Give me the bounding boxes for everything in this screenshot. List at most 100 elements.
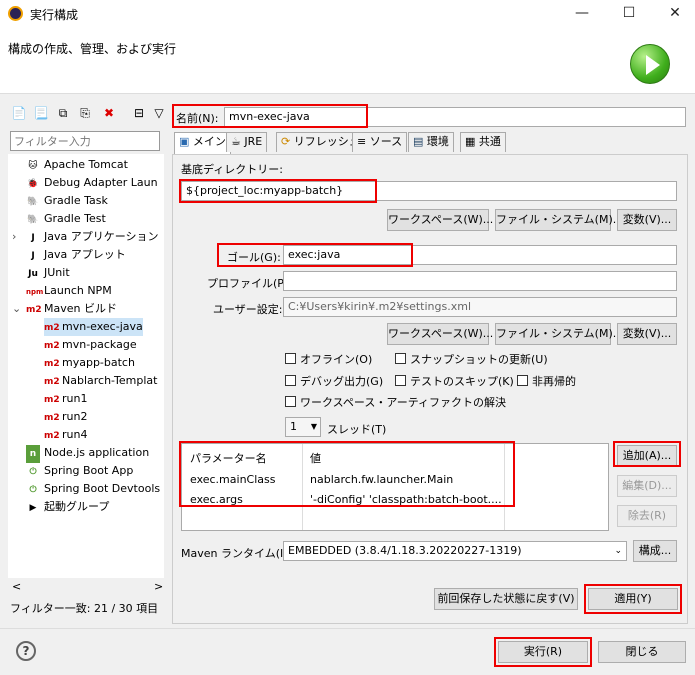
basedir-variables-button[interactable]: 変数(V)...	[617, 209, 677, 231]
scroll-right-icon[interactable]: >	[154, 580, 163, 593]
tab-source[interactable]: ≡ ソース	[352, 132, 408, 152]
minimize-button[interactable]: —	[562, 0, 602, 28]
title-bar: 実行構成 — ☐ ✕	[0, 0, 695, 28]
param-name-header[interactable]: パラメーター名	[190, 450, 267, 466]
main-tab-icon: ▣	[179, 135, 193, 148]
settings-variables-button[interactable]: 変数(V)...	[617, 323, 677, 345]
maximize-button[interactable]: ☐	[609, 0, 649, 28]
gradle-icon: 🐘	[27, 197, 39, 207]
close-window-button[interactable]: ✕	[655, 0, 695, 28]
new-config-icon[interactable]: 📄	[10, 104, 28, 122]
update-snapshots-checkbox[interactable]: スナップショットの更新(U)	[395, 353, 548, 367]
offline-checkbox[interactable]: オフライン(O)	[285, 353, 372, 367]
tree-item[interactable]: n Node.js application	[26, 444, 149, 463]
configure-runtime-button[interactable]: 構成...	[633, 540, 677, 562]
edit-param-button[interactable]: 編集(D)...	[617, 475, 677, 497]
spring-icon: ⏻	[29, 485, 37, 495]
tree-item[interactable]: ⏻ Spring Boot Devtools	[26, 480, 160, 498]
revert-button[interactable]: 前回保存した状態に戻す(V)	[434, 588, 578, 610]
non-recursive-checkbox[interactable]: 非再帰的	[517, 375, 576, 389]
tab-jre[interactable]: ☕ JRE	[226, 132, 268, 152]
tree-item[interactable]: ⌄ m2 Maven ビルド	[12, 300, 117, 318]
tab-environment[interactable]: ▤ 環境	[408, 132, 454, 152]
tree-item-label: Gradle Task	[44, 194, 108, 207]
filter-input[interactable]	[10, 131, 160, 151]
table-row[interactable]: exec.mainClass nablarch.fw.launcher.Main	[182, 470, 608, 490]
delete-config-icon[interactable]: ✖	[100, 104, 118, 122]
gradle-icon: 🐘	[27, 215, 39, 225]
tree-item-label: Spring Boot App	[44, 464, 134, 477]
maven-icon: m2	[44, 323, 60, 333]
java-applet-icon: J	[31, 251, 35, 261]
scroll-left-icon[interactable]: <	[12, 580, 21, 593]
tree-item-label: Java アプレット	[44, 248, 126, 261]
debug-output-checkbox[interactable]: デバッグ出力(G)	[285, 375, 383, 389]
checkbox-box	[285, 353, 296, 364]
basedir-filesystem-button[interactable]: ファイル・システム(M)...	[495, 209, 623, 231]
collapse-all-icon[interactable]: ⊟	[130, 104, 148, 122]
tree-item[interactable]: ▶ 起動グループ	[26, 498, 110, 516]
tree-item-label: Apache Tomcat	[44, 158, 128, 171]
tree-item[interactable]: ⏻ Spring Boot App	[26, 462, 133, 480]
maven-icon: m2	[44, 341, 60, 351]
user-settings-label: ユーザー設定:	[213, 303, 283, 316]
remove-param-button[interactable]: 除去(R)	[617, 505, 677, 527]
collapse-chevron-icon[interactable]: ⌄	[12, 300, 21, 318]
tree-item-label: Java アプリケーション	[44, 230, 159, 243]
profile-input[interactable]	[283, 271, 677, 291]
copy-config-icon[interactable]: ⎘	[76, 104, 94, 122]
expand-chevron-icon[interactable]: ›	[12, 228, 16, 246]
java-app-icon: J	[31, 233, 35, 243]
tree-item[interactable]: m2 mvn-exec-java	[44, 318, 143, 336]
tab-main[interactable]: ▣ メイン	[174, 132, 231, 154]
name-input[interactable]: mvn-exec-java	[224, 107, 686, 127]
help-icon[interactable]: ?	[16, 641, 36, 661]
param-value-header[interactable]: 値	[310, 450, 321, 466]
tree-item[interactable]: Ju JUnit	[26, 264, 70, 282]
basedir-input[interactable]: ${project_loc:myapp-batch}	[181, 181, 677, 201]
goal-input[interactable]: exec:java	[283, 245, 677, 265]
user-settings-input[interactable]: C:¥Users¥kirin¥.m2¥settings.xml	[283, 297, 677, 317]
resolve-workspace-checkbox[interactable]: ワークスペース・アーティファクトの解決	[285, 396, 506, 410]
apply-button[interactable]: 適用(Y)	[588, 588, 678, 610]
skip-tests-checkbox[interactable]: テストのスキップ(K)	[395, 375, 514, 389]
export-config-icon[interactable]: 📃	[32, 104, 50, 122]
tree-item[interactable]: m2 mvn-package	[44, 336, 137, 354]
tree-item-label: Nablarch-Templat	[62, 374, 158, 387]
tree-item[interactable]: 🐱 Apache Tomcat	[26, 156, 128, 174]
run-button[interactable]: 実行(R)	[498, 641, 588, 663]
tree-item[interactable]: npmLaunch NPM	[26, 282, 112, 300]
tree-item-label: Debug Adapter Laun	[44, 176, 158, 189]
tree-item[interactable]: m2 run2	[44, 408, 87, 426]
tree-item[interactable]: J Java アプレット	[26, 246, 126, 264]
tree-horizontal-scrollbar[interactable]: < >	[8, 580, 164, 594]
duplicate-config-icon[interactable]: ⧉	[54, 104, 72, 122]
add-param-button[interactable]: 追加(A)...	[617, 445, 677, 467]
tree-item[interactable]: 🐘 Gradle Test	[26, 210, 105, 228]
tomcat-icon: 🐱	[28, 161, 38, 171]
tree-item[interactable]: m2 myapp-batch	[44, 354, 135, 372]
tree-item[interactable]: 🐘 Gradle Task	[26, 192, 108, 210]
close-button[interactable]: 閉じる	[598, 641, 686, 663]
basedir-label: 基底ディレクトリー:	[181, 163, 283, 176]
table-row[interactable]: exec.args '-diConfig' 'classpath:batch-b…	[182, 490, 608, 510]
basedir-workspace-button[interactable]: ワークスペース(W)...	[387, 209, 493, 231]
filter-icon[interactable]: ▽	[150, 104, 168, 122]
maven-icon: m2	[44, 377, 60, 387]
tree-item[interactable]: › J Java アプリケーション	[12, 228, 159, 246]
settings-workspace-button[interactable]: ワークスペース(W)...	[387, 323, 493, 345]
tree-item[interactable]: m2 run4	[44, 426, 87, 444]
tree-item[interactable]: 🐞 Debug Adapter Laun	[26, 174, 158, 192]
tree-item[interactable]: m2 Nablarch-Templat	[44, 372, 157, 390]
tree-item[interactable]: m2 run1	[44, 390, 87, 408]
tree-item-label: run1	[62, 392, 88, 405]
eclipse-icon	[8, 6, 23, 21]
tab-common[interactable]: ▦ 共通	[460, 132, 506, 152]
tree-item-label: mvn-package	[62, 338, 137, 351]
threads-spinner[interactable]: 1 ▼	[285, 417, 321, 437]
maven-runtime-select[interactable]: EMBEDDED (3.8.4/1.18.3.20220227-1319) ⌄	[283, 541, 627, 561]
chevron-down-icon: ▼	[310, 422, 317, 431]
main-tab-content: 基底ディレクトリー: ${project_loc:myapp-batch} ワー…	[172, 154, 688, 624]
run-logo-icon	[630, 44, 670, 84]
settings-filesystem-button[interactable]: ファイル・システム(M)...	[495, 323, 623, 345]
